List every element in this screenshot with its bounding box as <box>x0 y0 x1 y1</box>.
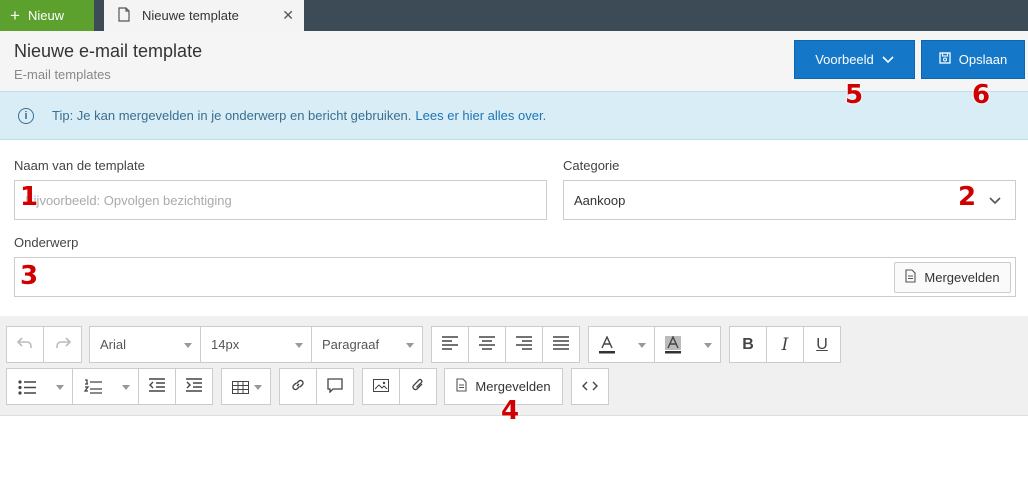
close-icon[interactable]: ✕ <box>282 7 294 24</box>
annotation-number: 3 <box>20 261 39 291</box>
subject-input[interactable]: Mergevelden <box>14 257 1016 297</box>
plus-icon: + <box>10 6 20 25</box>
caret-icon <box>638 343 646 348</box>
document-icon <box>456 378 467 395</box>
category-label: Categorie <box>563 158 620 173</box>
tip-banner: i Tip: Je kan mergevelden in je onderwer… <box>0 91 1028 140</box>
bold-button[interactable]: B <box>729 326 767 363</box>
block-format-select[interactable]: Paragraaf <box>311 326 423 363</box>
background-color-button[interactable] <box>654 326 721 363</box>
background-color-icon <box>665 335 681 357</box>
caret-icon <box>56 385 64 390</box>
annotation-number: 5 <box>845 80 864 110</box>
align-left-icon <box>442 336 458 353</box>
indent-button[interactable] <box>175 368 213 405</box>
subject-merge-button[interactable]: Mergevelden <box>894 262 1011 293</box>
annotation-number: 4 <box>501 396 520 426</box>
undo-button[interactable] <box>6 326 44 363</box>
numbered-list-icon <box>83 379 102 398</box>
tip-link[interactable]: Lees er hier alles over. <box>415 108 546 123</box>
preview-label: Voorbeeld <box>815 52 874 67</box>
document-icon <box>118 6 130 25</box>
annotation-number: 1 <box>20 182 39 212</box>
redo-icon <box>55 337 71 352</box>
italic-button[interactable]: I <box>766 326 804 363</box>
category-value: Aankoop <box>574 192 626 208</box>
editor-merge-label: Mergevelden <box>475 379 551 394</box>
caret-icon <box>254 385 262 390</box>
undo-icon <box>16 337 33 352</box>
font-size-value: 14px <box>211 337 240 352</box>
annotation-number: 6 <box>972 80 991 110</box>
annotation-number: 2 <box>958 182 977 212</box>
block-format-value: Paragraaf <box>322 337 380 352</box>
redo-button[interactable] <box>43 326 82 363</box>
subject-label: Onderwerp <box>14 235 79 250</box>
align-center-button[interactable] <box>468 326 506 363</box>
bullet-list-icon <box>18 380 36 398</box>
table-icon <box>232 381 249 397</box>
chevron-down-icon <box>882 52 894 67</box>
page-header: Nieuwe e-mail template E-mail templates … <box>0 31 1028 91</box>
attachment-button[interactable] <box>399 368 437 405</box>
table-button[interactable] <box>221 368 271 405</box>
tab-label: Nieuwe template <box>142 8 239 23</box>
name-placeholder: Bijvoorbeeld: Opvolgen bezichtiging <box>25 192 232 208</box>
comment-icon <box>327 377 343 396</box>
outdent-button[interactable] <box>138 368 176 405</box>
align-right-icon <box>516 336 532 353</box>
category-select[interactable]: Aankoop <box>563 180 1016 220</box>
code-icon <box>582 379 598 394</box>
chevron-down-icon <box>989 193 1001 208</box>
caret-icon <box>704 343 712 348</box>
image-icon <box>373 378 389 395</box>
paperclip-icon <box>411 377 425 396</box>
template-name-input[interactable]: Bijvoorbeeld: Opvolgen bezichtiging <box>14 180 547 220</box>
caret-icon <box>184 343 192 348</box>
top-bar: + Nieuw Nieuwe template ✕ <box>0 0 1028 31</box>
image-button[interactable] <box>362 368 400 405</box>
font-size-select[interactable]: 14px <box>200 326 312 363</box>
page-title: Nieuwe e-mail template <box>14 41 203 61</box>
merge-label: Mergevelden <box>924 270 1000 285</box>
info-icon: i <box>18 107 34 124</box>
indent-icon <box>186 378 202 395</box>
tab-new-template[interactable]: Nieuwe template ✕ <box>104 0 304 31</box>
new-button-label: Nieuw <box>27 8 65 23</box>
page-subtitle: E-mail templates <box>14 67 111 82</box>
caret-icon <box>295 343 303 348</box>
align-left-button[interactable] <box>431 326 469 363</box>
save-button[interactable]: Opslaan <box>921 40 1025 79</box>
document-icon <box>905 269 916 286</box>
save-icon <box>939 52 951 67</box>
bold-icon: B <box>742 335 754 353</box>
tip-text: Tip: Je kan mergevelden in je onderwerp … <box>52 108 412 123</box>
align-justify-button[interactable] <box>542 326 580 363</box>
font-family-value: Arial <box>100 337 127 352</box>
bullet-list-button[interactable] <box>6 368 73 405</box>
preview-button[interactable]: Voorbeeld <box>794 40 915 79</box>
numbered-list-button[interactable] <box>72 368 139 405</box>
underline-button[interactable]: U <box>803 326 841 363</box>
save-label: Opslaan <box>958 52 1008 67</box>
caret-icon <box>122 385 130 390</box>
text-color-icon <box>599 335 615 357</box>
text-color-button[interactable] <box>588 326 655 363</box>
underline-icon: U <box>816 335 828 353</box>
link-button[interactable] <box>279 368 317 405</box>
source-code-button[interactable] <box>571 368 609 405</box>
name-label: Naam van de template <box>14 158 145 173</box>
align-justify-icon <box>553 336 569 353</box>
new-button[interactable]: + Nieuw <box>0 0 94 31</box>
link-icon <box>290 377 306 396</box>
align-right-button[interactable] <box>505 326 543 363</box>
align-center-icon <box>479 336 495 353</box>
comment-button[interactable] <box>316 368 354 405</box>
outdent-icon <box>149 378 165 395</box>
italic-icon: I <box>781 334 789 355</box>
caret-icon <box>406 343 414 348</box>
font-family-select[interactable]: Arial <box>89 326 201 363</box>
